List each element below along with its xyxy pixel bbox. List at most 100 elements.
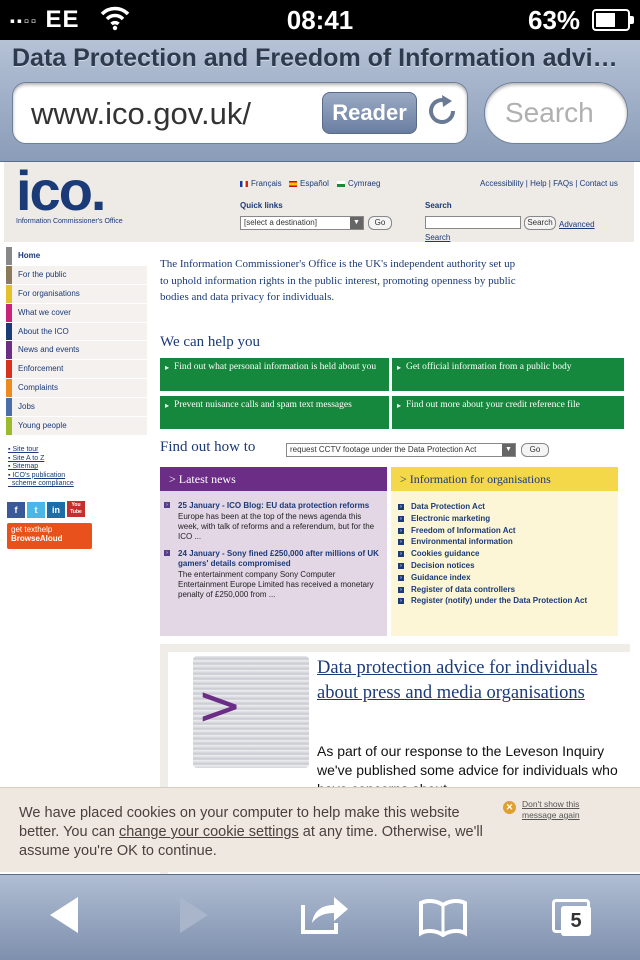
site-search-button[interactable]: Search (524, 216, 556, 230)
nav-item-complaints[interactable]: Complaints (6, 379, 147, 399)
nav-color-bar (6, 360, 12, 379)
news-item[interactable]: › 24 January - Sony fined £250,000 after… (160, 549, 381, 600)
nav-item-jobs[interactable]: Jobs (6, 398, 147, 418)
nav-item-enforcement[interactable]: Enforcement (6, 360, 147, 380)
feature-title[interactable]: Data protection advice for individuals a… (317, 656, 617, 705)
side-link-site-a-to-z[interactable]: ▪ Site A to Z (8, 455, 74, 464)
url-text: www.ico.gov.uk/ (31, 96, 251, 131)
bullet-icon: › (398, 504, 404, 510)
side-link-label: Site A to Z (12, 454, 45, 462)
org-link-data-protection-act[interactable]: › Data Protection Act (391, 501, 618, 513)
arrow-icon: ▸ (165, 363, 170, 372)
close-icon[interactable]: ✕ (503, 801, 516, 814)
quick-links-go-button[interactable]: Go (368, 216, 392, 230)
nav-item-young-people[interactable]: Young people (6, 417, 147, 436)
lang-spanish[interactable]: Español (289, 179, 329, 188)
browsealoud-button[interactable]: get texthelp BrowseAloud (7, 523, 92, 549)
side-link-label: Site tour (12, 446, 39, 453)
quick-links-label: Quick links (240, 201, 283, 210)
lang-welsh[interactable]: Cymraeg (337, 179, 380, 188)
youtube-icon[interactable]: You Tube (67, 501, 85, 517)
battery-icon (592, 9, 634, 31)
side-link-site-tour[interactable]: ▪ Site tour (8, 446, 74, 455)
facebook-icon[interactable]: f (7, 502, 25, 518)
reader-button[interactable]: Reader (322, 92, 417, 134)
browser-toolbar: Data Protection and Freedom of Informati… (0, 40, 640, 162)
search-label: Search (425, 201, 452, 210)
nav-color-bar (6, 341, 12, 360)
quick-links-select[interactable]: [select a destination] ▼ (240, 216, 364, 230)
help-box-credit-reference[interactable]: ▸ Find out more about your credit referen… (392, 396, 624, 429)
search-input[interactable]: Search (484, 82, 628, 144)
twitter-icon[interactable]: t (27, 502, 45, 518)
lang-french[interactable]: Français (240, 179, 282, 188)
org-link-foi-act[interactable]: › Freedom of Information Act (391, 525, 618, 537)
site-search-input[interactable] (425, 216, 521, 229)
bookmarks-icon[interactable] (418, 897, 468, 947)
nav-item-label: For the public (18, 269, 67, 279)
nav-item-about-the-ico[interactable]: About the ICO (6, 322, 147, 342)
nav-item-for-organisations[interactable]: For organisations (6, 284, 147, 304)
tabs-icon[interactable]: 5 (552, 899, 591, 936)
help-box-nuisance-calls[interactable]: ▸ Prevent nuisance calls and spam text me… (160, 396, 389, 429)
lang-label: Français (251, 179, 282, 188)
linkedin-icon[interactable]: in (47, 502, 65, 518)
side-link-publication-scheme[interactable]: ▪ ICO's publication scheme compliance (8, 472, 74, 489)
org-info-panel: › Data Protection Act › Electronic marketi… (391, 491, 618, 636)
find-out-select[interactable]: request CCTV footage under the Data Prot… (286, 443, 516, 457)
latest-news-panel: › 25 January - ICO Blog: EU data protect… (160, 491, 387, 636)
org-link-register-data-controllers[interactable]: › Register of data controllers (391, 584, 618, 596)
nav-color-bar (6, 247, 12, 265)
nav-color-bar (6, 379, 12, 398)
reload-icon[interactable] (425, 93, 459, 138)
bullet-icon: › (398, 539, 404, 546)
nav-item-what-we-cover[interactable]: What we cover (6, 303, 147, 323)
social-links: f t in You Tube (7, 500, 87, 518)
feature-image[interactable]: > (193, 656, 309, 768)
nav-item-news-and-events[interactable]: News and events (6, 341, 147, 361)
nav-item-label: Enforcement (18, 364, 64, 374)
help-box-label: Find out what personal information is he… (174, 362, 377, 372)
status-bar: ▪▪▫▫ EE 08:41 63% (0, 0, 640, 40)
bullet-icon: › (164, 550, 170, 556)
lang-label: Cymraeg (348, 179, 381, 188)
help-box-personal-info[interactable]: ▸ Find out what personal information is h… (160, 358, 389, 391)
battery-percent: 63% (528, 5, 581, 35)
org-link-label: Electronic marketing (411, 513, 491, 523)
bullet-icon: › (398, 515, 404, 522)
nav-item-for-the-public[interactable]: For the public (6, 265, 147, 285)
side-link-sitemap[interactable]: ▪ Sitemap (8, 463, 74, 472)
nav-item-home[interactable]: Home (6, 247, 147, 266)
cookie-settings-link[interactable]: change your cookie settings (119, 824, 299, 840)
share-icon[interactable] (300, 891, 350, 945)
bullet-icon: › (398, 551, 404, 558)
org-link-environmental-info[interactable]: › Environmental information (391, 536, 618, 548)
bullet-icon: › (398, 598, 404, 605)
org-link-cookies-guidance[interactable]: › Cookies guidance (391, 548, 618, 560)
latest-news-heading[interactable]: > Latest news (160, 467, 387, 491)
cookie-dismiss-link[interactable]: Don't show this message again (522, 799, 602, 821)
forward-icon[interactable] (176, 893, 212, 947)
ico-logo[interactable]: ico. (16, 162, 106, 223)
search-link[interactable]: Search (425, 233, 450, 242)
browsealoud-line1: get texthelp (11, 525, 53, 534)
address-bar[interactable]: www.ico.gov.uk/ Reader (12, 82, 468, 144)
utility-links[interactable]: Accessibility | Help | FAQs | Contact us (480, 179, 618, 188)
org-link-electronic-marketing[interactable]: › Electronic marketing (391, 513, 618, 525)
org-link-guidance-index[interactable]: › Guidance index (391, 572, 618, 584)
org-info-heading[interactable]: > Information for organisations (391, 467, 618, 491)
org-link-label: Decision notices (411, 560, 475, 570)
search-placeholder: Search (505, 97, 594, 128)
news-item[interactable]: › 25 January - ICO Blog: EU data protect… (160, 501, 381, 542)
org-link-decision-notices[interactable]: › Decision notices (391, 560, 618, 572)
help-box-official-info[interactable]: ▸ Get official information from a public … (392, 358, 624, 391)
advanced-search-link[interactable]: Advanced (559, 220, 595, 229)
help-box-label: Find out more about your credit referenc… (406, 400, 580, 410)
find-out-go-button[interactable]: Go (521, 443, 549, 457)
help-box-label: Get official information from a public b… (406, 362, 572, 372)
back-icon[interactable] (46, 893, 82, 947)
org-link-register-notify[interactable]: › Register (notify) under the Data Protec… (391, 595, 618, 607)
news-desc: Europe has been at the top of the news a… (178, 512, 375, 541)
browsealoud-line2: BrowseAloud (11, 534, 63, 543)
org-link-label: Register of data controllers (411, 584, 516, 594)
